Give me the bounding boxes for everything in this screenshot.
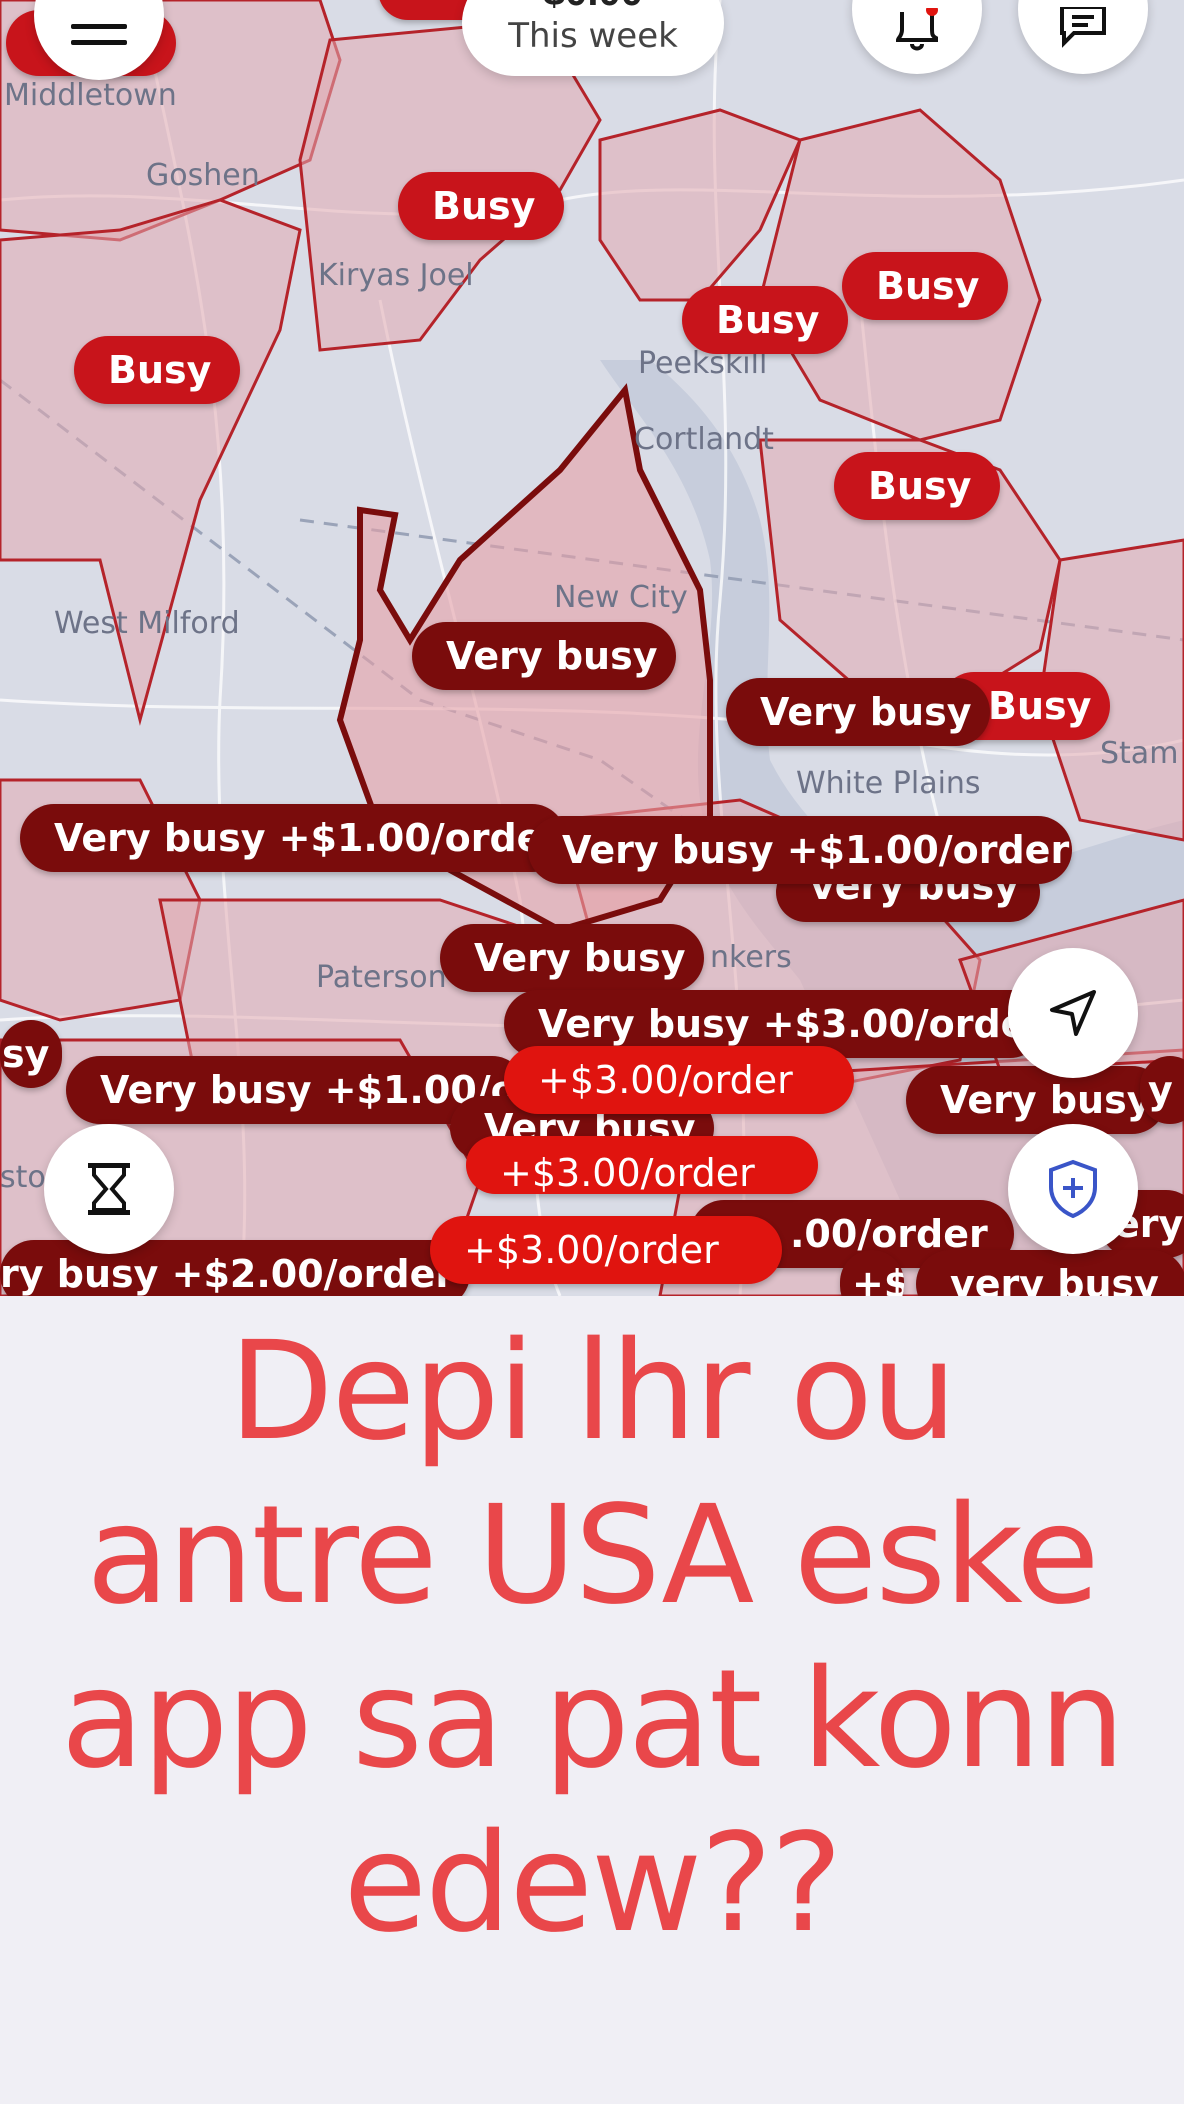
zone-badge-busy[interactable]: Busy xyxy=(682,286,848,354)
zone-badge-very-busy-bonus[interactable]: Very busy +$1.00/order xyxy=(528,816,1072,884)
place-label-middletown: Middletown xyxy=(4,78,177,113)
zone-badge-very-busy[interactable]: Very busy xyxy=(906,1066,1166,1134)
place-label-stamford: Stam xyxy=(1100,736,1179,771)
safety-shield-icon xyxy=(1049,1159,1097,1219)
place-label-west-milford: West Milford xyxy=(54,606,240,641)
zone-badge-very-busy[interactable]: Very busy xyxy=(726,678,990,746)
zone-badge-bonus-pay[interactable]: +$3.00/order xyxy=(504,1046,854,1114)
zone-badge-bonus-pay[interactable]: +$3.00/order xyxy=(466,1136,818,1194)
menu-icon xyxy=(71,24,127,45)
chat-icon xyxy=(1060,7,1106,48)
zone-badge-very-busy-bonus[interactable]: Very busy +$1.00/order xyxy=(20,804,566,872)
zone-badge-very-busy[interactable]: Very busy xyxy=(412,622,676,690)
place-label-yonkers: nkers xyxy=(710,940,792,975)
weekly-earnings-pill[interactable]: $0.00 This week xyxy=(462,0,724,76)
navigate-arrow-icon xyxy=(1050,990,1096,1036)
zone-badge-bonus-pay[interactable]: +$3.00/order xyxy=(430,1216,782,1284)
zone-badge-busy[interactable]: Busy xyxy=(74,336,240,404)
place-label-white-plains: White Plains xyxy=(796,766,981,801)
place-label-paterson: Paterson xyxy=(316,960,447,995)
safety-button[interactable] xyxy=(1008,1124,1138,1254)
recenter-button[interactable] xyxy=(1008,948,1138,1078)
earnings-period: This week xyxy=(508,16,678,56)
zone-badge-busy[interactable]: Busy xyxy=(842,252,1008,320)
place-label-cortlandt: Cortlandt xyxy=(634,422,774,457)
zone-badge-busy[interactable]: Busy xyxy=(834,452,1000,520)
place-label-new-city: New City xyxy=(554,580,688,615)
place-label-goshen: Goshen xyxy=(146,158,260,193)
heat-map[interactable]: Middletown Goshen Kiryas Joel Peekskill … xyxy=(0,0,1184,1296)
zone-badge-very-busy-right[interactable]: y xyxy=(1140,1056,1184,1124)
bell-icon xyxy=(895,8,938,51)
earnings-amount: $0.00 xyxy=(462,0,724,12)
zone-badge-busy[interactable]: Busy xyxy=(398,172,564,240)
schedule-button[interactable] xyxy=(44,1124,174,1254)
zone-badge-very-busy-left[interactable]: sy xyxy=(0,1020,62,1088)
overlay-caption: Depi lhr ou antre USA eske app sa pat ko… xyxy=(60,1313,1125,1963)
zone-badge-very-busy[interactable]: Very busy xyxy=(440,924,704,992)
hourglass-icon xyxy=(88,1163,130,1215)
place-label-left-edge: sto xyxy=(0,1160,46,1195)
place-label-kiryas-joel: Kiryas Joel xyxy=(318,258,474,293)
zone-badge-very-busy-bonus[interactable]: ry busy +$2.00/order xyxy=(0,1240,470,1296)
zone-badge-very-busy[interactable]: very busy xyxy=(916,1250,1184,1296)
